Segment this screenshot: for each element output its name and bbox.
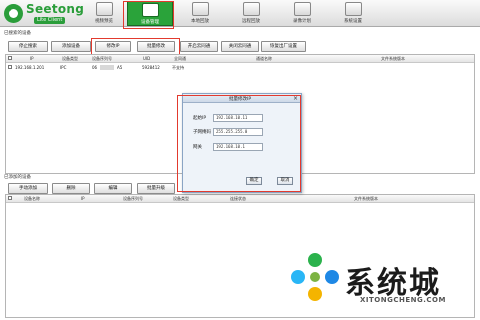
col-ip: IP — [30, 56, 34, 61]
col-device-name: 设备名称 — [24, 196, 40, 201]
cell-serial-suffix: A5 — [117, 65, 123, 70]
app-subtitle: Lite Client — [34, 17, 66, 24]
app-header: Seetong Lite Client 视频预览 设备管理 本地回放 远程回放 … — [0, 0, 480, 27]
row-checkbox[interactable] — [8, 65, 12, 69]
manual-add-button[interactable]: 手动添加 — [8, 183, 48, 194]
found-devices-title: 已搜索的设备 — [4, 31, 31, 36]
col-fs-version: 文件系统版本 — [354, 196, 378, 201]
col-serial: 设备序列号 — [123, 196, 143, 201]
added-table-header: 设备名称 IP 设备序列号 设备类型 连接状态 文件系统版本 — [6, 195, 474, 203]
edit-button[interactable]: 编辑 — [94, 183, 132, 194]
tab-system-settings[interactable]: 系统设置 — [330, 1, 376, 26]
col-cloud: 全同通 — [174, 56, 186, 61]
found-table-header: IP 设备类型 设备序列号 UID 全同通 通道名称 文件系统版本 — [6, 55, 474, 63]
watermark-logo-icon — [291, 253, 339, 301]
col-serial: 设备序列号 — [92, 56, 112, 61]
film-icon — [191, 2, 209, 16]
cell-ip: 192.168.1.201 — [15, 65, 45, 70]
watermark-url: XITONGCHENG.COM — [360, 296, 446, 304]
calendar-icon — [293, 2, 311, 16]
add-device-button[interactable]: 添加设备 — [51, 41, 91, 52]
tab-label: 本地回放 — [191, 19, 209, 24]
delete-button[interactable]: 删除 — [52, 183, 90, 194]
select-all-checkbox[interactable] — [8, 196, 12, 200]
added-devices-title: 已添加的设备 — [4, 175, 31, 180]
enable-cloud-button[interactable]: 开启云同通 — [180, 41, 218, 52]
cell-uid: 5928412 — [142, 65, 160, 70]
cell-cloud: 不支持 — [172, 65, 184, 70]
tab-label: 远程回放 — [242, 19, 260, 24]
tab-label: 视频预览 — [95, 19, 113, 24]
col-device-type: 设备类型 — [173, 196, 189, 201]
gear-icon — [344, 2, 362, 16]
tab-video-preview[interactable]: 视频预览 — [81, 1, 127, 26]
highlight-device-tab — [123, 1, 174, 29]
seetong-logo-icon — [4, 4, 23, 23]
col-connection: 连接状态 — [230, 196, 246, 201]
cell-serial-prefix: 06 — [92, 65, 98, 70]
col-channel-name: 通道名称 — [256, 56, 272, 61]
monitor-icon — [95, 2, 113, 16]
tab-record-plan[interactable]: 录像计划 — [279, 1, 325, 26]
logo-dot — [8, 8, 11, 11]
tab-label: 系统设置 — [344, 19, 362, 24]
redacted-serial — [100, 65, 114, 70]
col-fs-version: 文件系统版本 — [381, 56, 405, 61]
tab-local-playback[interactable]: 本地回放 — [177, 1, 223, 26]
factory-reset-button[interactable]: 恢复出厂设置 — [261, 41, 306, 52]
stop-search-button[interactable]: 停止搜索 — [8, 41, 48, 52]
col-device-type: 设备类型 — [62, 56, 78, 61]
col-uid: UID — [143, 56, 151, 61]
col-ip: IP — [81, 196, 85, 201]
cell-type: IPC — [60, 65, 67, 70]
select-all-checkbox[interactable] — [8, 56, 12, 60]
batch-upgrade-button[interactable]: 批量升级 — [137, 183, 175, 194]
disable-cloud-button[interactable]: 关闭云同通 — [221, 41, 259, 52]
table-row[interactable]: 192.168.1.201 IPC 06 A5 5928412 不支持 — [6, 64, 474, 72]
tab-remote-playback[interactable]: 远程回放 — [228, 1, 274, 26]
app-brand: Seetong — [26, 2, 85, 16]
highlight-dialog — [177, 95, 301, 192]
remote-film-icon — [242, 2, 260, 16]
highlight-ip-buttons — [91, 38, 180, 55]
tab-label: 录像计划 — [293, 19, 311, 24]
